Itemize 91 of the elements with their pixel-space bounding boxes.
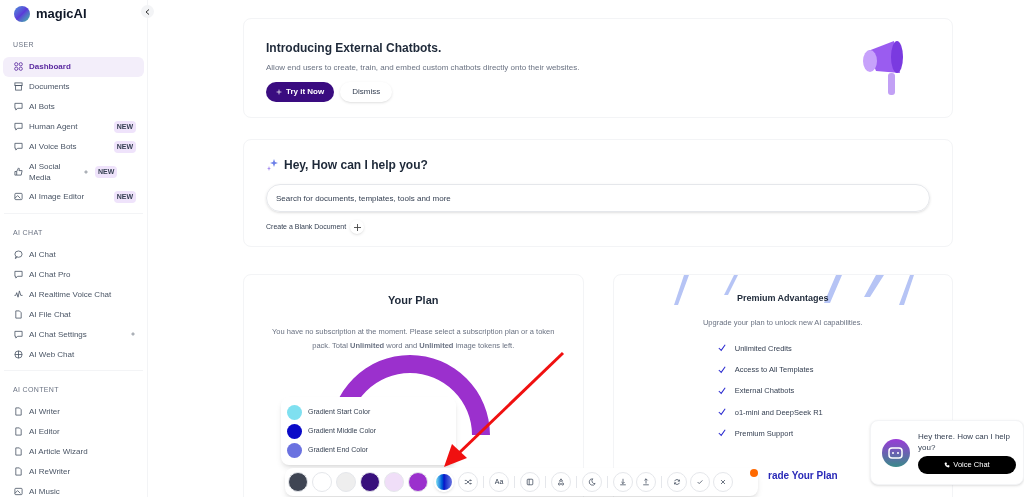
chat-bubble-icon — [14, 142, 23, 151]
chat-bubble-icon — [14, 122, 23, 131]
shuffle-icon — [464, 478, 472, 486]
sidebar-item-label: AI Realtime Voice Chat — [29, 288, 113, 300]
try-it-now-button[interactable]: Try it Now — [266, 82, 335, 102]
sidebar-item[interactable]: AI Chat Pro — [3, 264, 144, 284]
grid-icon — [14, 62, 23, 71]
sidebar-item[interactable]: AI File Chat — [3, 304, 144, 324]
phone-icon — [944, 462, 951, 468]
image-icon — [14, 487, 23, 496]
color-swatch[interactable] — [336, 472, 356, 492]
sidebar-item[interactable]: Documents — [3, 76, 144, 97]
sidebar-item-label: AI Article Wizard — [29, 446, 89, 457]
sidebar-item-label: AI Web Chat — [29, 348, 76, 360]
image-icon — [14, 192, 23, 201]
sidebar-item[interactable]: Dashboard — [3, 56, 144, 77]
color-swatch[interactable] — [384, 472, 404, 492]
sidebar-item[interactable]: AI ReWriter — [3, 461, 144, 482]
waveform-icon — [14, 289, 23, 299]
gradient-swatch[interactable] — [434, 472, 454, 492]
notification-badge-icon — [750, 469, 758, 477]
sidebar-item[interactable]: AI Writer — [3, 401, 144, 422]
sidebar-item-label: AI Music — [29, 486, 61, 497]
chat-bubble-icon — [14, 102, 23, 111]
sidebar-item-label: Dashboard — [29, 61, 72, 72]
color-swatch[interactable] — [360, 472, 380, 492]
sidebar-item-label: Documents — [29, 81, 71, 92]
check-icon — [717, 386, 726, 395]
document-icon — [14, 447, 23, 456]
plan-title: Your Plan — [388, 293, 439, 308]
sidebar-item-label: AI Chat Pro — [29, 268, 72, 280]
check-icon — [717, 365, 726, 374]
dismiss-button[interactable]: Dismiss — [340, 82, 393, 102]
sidebar-item-label: AI Social Media — [29, 160, 62, 183]
sidebar-item[interactable]: AI Article Wizard — [3, 441, 144, 462]
announcement-text: Allow end users to create, train, and embed custom chatbots directly onto their websites. — [266, 62, 581, 74]
sidebar-item-label: Human Agent — [29, 121, 79, 132]
thumbs-up-icon — [14, 167, 23, 176]
check-icon — [717, 408, 726, 417]
sidebar-item-label: AI Editor — [29, 426, 61, 437]
document-icon — [14, 407, 23, 416]
color-swatch[interactable] — [408, 472, 428, 492]
logo-icon — [14, 5, 30, 22]
plus-icon — [276, 89, 282, 95]
chat-bubble-icon — [14, 269, 23, 279]
plus-icon — [353, 223, 361, 231]
sidebar-item-label: AI Voice Bots — [29, 141, 78, 152]
globe-icon — [14, 349, 23, 359]
sidebar-item-label: AI ReWriter — [29, 466, 72, 477]
upgrade-plan-link[interactable]: rade Your Plan — [768, 468, 838, 483]
search-field[interactable]: Search for documents, templates, tools and more — [266, 184, 930, 212]
sparkle-icon — [266, 159, 278, 171]
robot-avatar-icon — [882, 438, 910, 467]
sidebar-item-label: AI Chat — [29, 248, 57, 260]
sidebar-item-label: AI Bots — [29, 101, 56, 112]
sidebar-item[interactable]: AI Editor — [3, 421, 144, 442]
premium-title: Premium Advantages — [736, 292, 829, 305]
sidebar-item[interactable]: AI Web Chat — [3, 344, 144, 364]
document-icon — [14, 309, 23, 319]
sidebar-item[interactable]: AI Music — [3, 481, 144, 497]
moon-icon — [588, 478, 596, 486]
download-icon — [619, 478, 627, 486]
sidebar-item-label: AI Writer — [29, 406, 61, 417]
sidebar-layout-icon — [526, 478, 534, 486]
collapse-sidebar-button[interactable] — [141, 5, 154, 18]
check-icon — [696, 478, 704, 486]
chat-bubble-icon — [14, 249, 23, 259]
chat-widget-message: Hey there. How can I help you? — [918, 431, 1012, 453]
document-icon — [14, 427, 23, 436]
sidebar-item[interactable]: AI Bots — [3, 96, 144, 117]
color-swatch[interactable] — [312, 472, 332, 492]
color-swatch[interactable] — [288, 472, 308, 492]
announcement-title: Introducing External Chatbots. — [266, 40, 443, 57]
check-icon — [717, 344, 726, 353]
chevron-left-icon — [145, 8, 150, 15]
chat-bubble-icon — [14, 329, 23, 339]
sidebar-item-label: AI File Chat — [29, 308, 72, 320]
shapes-icon — [557, 478, 565, 486]
refresh-icon — [673, 478, 681, 486]
archive-icon — [14, 82, 23, 91]
sidebar-item[interactable]: AI Realtime Voice Chat — [3, 284, 144, 304]
assistant-title: Hey, How can I help you? — [284, 157, 428, 174]
sidebar-item-label: AI Chat Settings — [29, 328, 88, 340]
sidebar-item-label: AI Image Editor — [29, 191, 86, 202]
check-icon — [717, 429, 726, 438]
brand-name: magicAI — [36, 4, 87, 23]
close-icon — [719, 478, 727, 486]
sidebar-item[interactable]: AI Chat — [3, 244, 144, 264]
document-icon — [14, 467, 23, 476]
upload-icon — [642, 478, 650, 486]
sidebar-item[interactable]: AI Chat Settings — [3, 324, 144, 344]
